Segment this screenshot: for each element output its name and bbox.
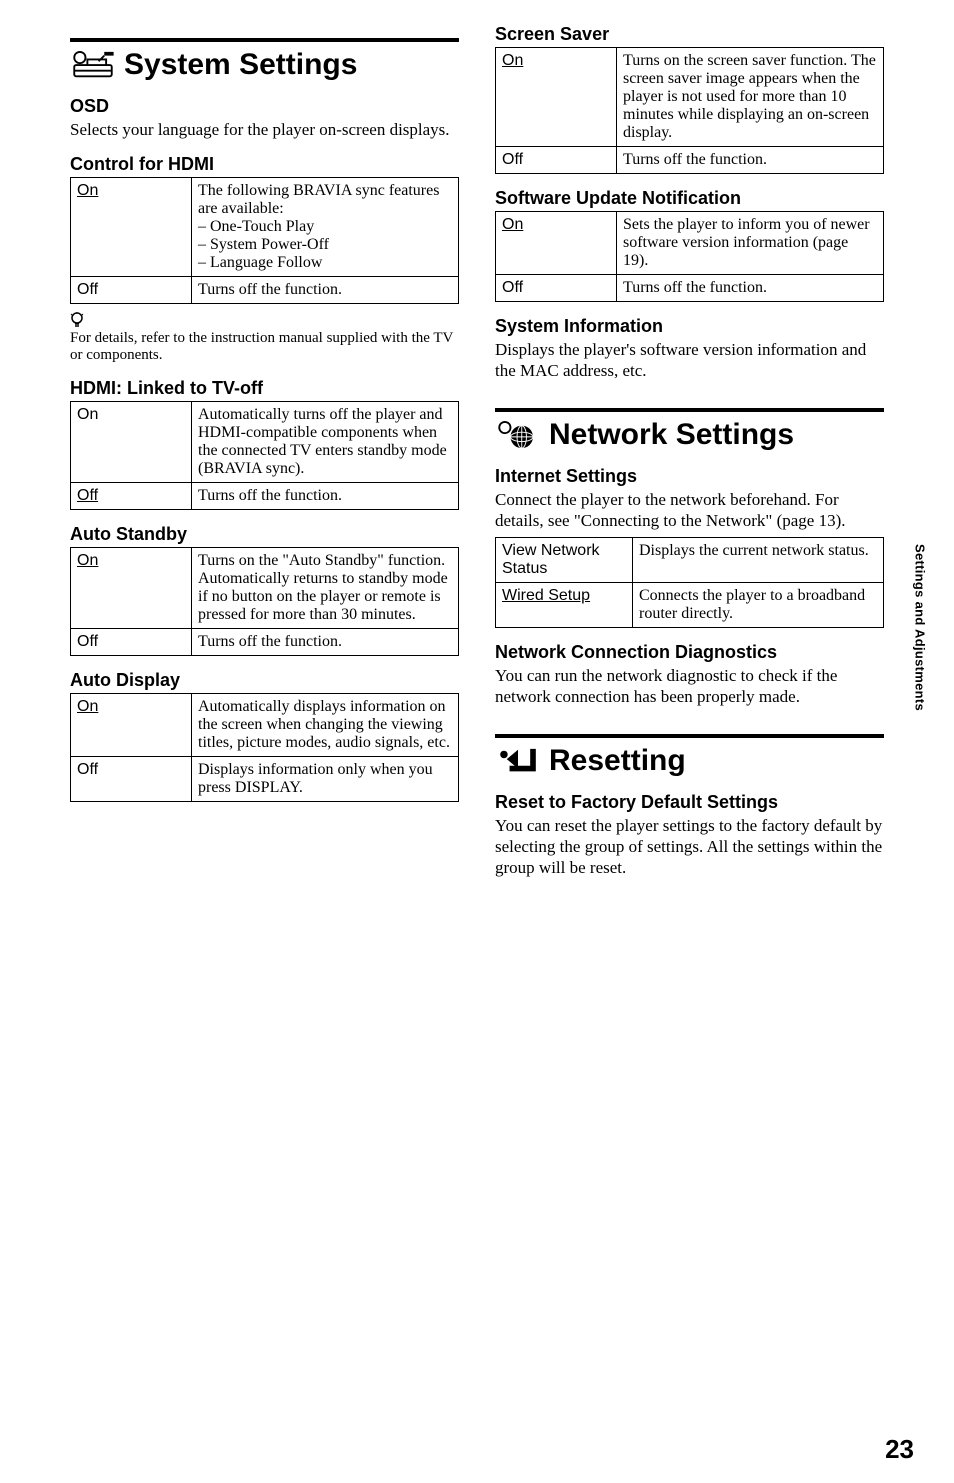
option-label: On bbox=[71, 402, 192, 483]
linked-table: On Automatically turns off the player an… bbox=[70, 401, 459, 510]
auto-standby-table: On Turns on the "Auto Standby" function.… bbox=[70, 547, 459, 656]
table-row: Wired Setup Connects the player to a bro… bbox=[496, 583, 884, 628]
software-update-table: On Sets the player to inform you of newe… bbox=[495, 211, 884, 302]
option-desc: Automatically displays information on th… bbox=[192, 694, 459, 757]
resetting-title: Resetting bbox=[549, 744, 686, 778]
system-settings-title: System Settings bbox=[124, 48, 357, 82]
reset-heading: Reset to Factory Default Settings bbox=[495, 792, 884, 813]
section-divider bbox=[495, 408, 884, 412]
toolbox-icon bbox=[70, 50, 116, 80]
table-row: View Network Status Displays the current… bbox=[496, 538, 884, 583]
lightbulb-icon bbox=[70, 312, 86, 330]
option-label: On bbox=[71, 178, 192, 277]
table-row: Off Turns off the function. bbox=[71, 277, 459, 304]
section-divider bbox=[495, 734, 884, 738]
auto-display-table: On Automatically displays information on… bbox=[70, 693, 459, 802]
option-desc: Sets the player to inform you of newer s… bbox=[617, 212, 884, 275]
control-hdmi-table: On The following BRAVIA sync features ar… bbox=[70, 177, 459, 304]
osd-heading: OSD bbox=[70, 96, 459, 117]
option-desc: Automatically turns off the player and H… bbox=[192, 402, 459, 483]
option-label: On bbox=[71, 694, 192, 757]
table-row: On Sets the player to inform you of newe… bbox=[496, 212, 884, 275]
screen-saver-heading: Screen Saver bbox=[495, 24, 884, 45]
option-desc: Turns off the function. bbox=[192, 277, 459, 304]
option-desc: Turns off the function. bbox=[192, 629, 459, 656]
linked-heading: HDMI: Linked to TV-off bbox=[70, 378, 459, 399]
internet-table: View Network Status Displays the current… bbox=[495, 537, 884, 628]
reset-body: You can reset the player settings to the… bbox=[495, 815, 884, 879]
system-info-heading: System Information bbox=[495, 316, 884, 337]
internet-body: Connect the player to the network before… bbox=[495, 489, 884, 532]
option-desc: Displays the current network status. bbox=[633, 538, 884, 583]
software-update-heading: Software Update Notification bbox=[495, 188, 884, 209]
table-row: Off Turns off the function. bbox=[71, 629, 459, 656]
screen-saver-table: On Turns on the screen saver function. T… bbox=[495, 47, 884, 174]
option-label: Off bbox=[71, 757, 192, 802]
content-columns: System Settings OSD Selects your languag… bbox=[70, 24, 884, 884]
auto-standby-heading: Auto Standby bbox=[70, 524, 459, 545]
internet-heading: Internet Settings bbox=[495, 466, 884, 487]
osd-body: Selects your language for the player on-… bbox=[70, 119, 459, 140]
table-row: On Automatically displays information on… bbox=[71, 694, 459, 757]
option-label: Off bbox=[71, 629, 192, 656]
system-settings-heading: System Settings bbox=[70, 48, 459, 82]
option-desc: Turns on the screen saver function. The … bbox=[617, 48, 884, 147]
option-label: Off bbox=[71, 483, 192, 510]
system-info-body: Displays the player's software version i… bbox=[495, 339, 884, 382]
reset-arrow-icon bbox=[495, 746, 541, 776]
table-row: On The following BRAVIA sync features ar… bbox=[71, 178, 459, 277]
table-row: On Turns on the screen saver function. T… bbox=[496, 48, 884, 147]
table-row: Off Displays information only when you p… bbox=[71, 757, 459, 802]
section-divider bbox=[70, 38, 459, 42]
resetting-heading: Resetting bbox=[495, 744, 884, 778]
table-row: Off Turns off the function. bbox=[71, 483, 459, 510]
option-label: Off bbox=[496, 275, 617, 302]
option-label: Off bbox=[71, 277, 192, 304]
diag-heading: Network Connection Diagnostics bbox=[495, 642, 884, 663]
option-label: On bbox=[496, 212, 617, 275]
diag-body: You can run the network diagnostic to ch… bbox=[495, 665, 884, 708]
option-label: View Network Status bbox=[496, 538, 633, 583]
table-row: On Turns on the "Auto Standby" function.… bbox=[71, 548, 459, 629]
auto-display-heading: Auto Display bbox=[70, 670, 459, 691]
option-desc: The following BRAVIA sync features are a… bbox=[192, 178, 459, 277]
option-desc: Connects the player to a broadband route… bbox=[633, 583, 884, 628]
tip-text: For details, refer to the instruction ma… bbox=[70, 330, 453, 363]
control-hdmi-heading: Control for HDMI bbox=[70, 154, 459, 175]
option-desc: Turns off the function. bbox=[192, 483, 459, 510]
globe-icon bbox=[495, 420, 541, 450]
right-column: Screen Saver On Turns on the screen save… bbox=[495, 24, 884, 884]
option-desc: Turns on the "Auto Standby" function. Au… bbox=[192, 548, 459, 629]
left-column: System Settings OSD Selects your languag… bbox=[70, 24, 459, 884]
table-row: On Automatically turns off the player an… bbox=[71, 402, 459, 483]
option-label: Off bbox=[496, 147, 617, 174]
option-label: On bbox=[71, 548, 192, 629]
network-settings-title: Network Settings bbox=[549, 418, 794, 452]
option-desc: Turns off the function. bbox=[617, 275, 884, 302]
side-tab: Settings and Adjustments bbox=[910, 538, 930, 718]
option-label: On bbox=[496, 48, 617, 147]
option-label: Wired Setup bbox=[496, 583, 633, 628]
tip-block: For details, refer to the instruction ma… bbox=[70, 312, 459, 364]
side-tab-label: Settings and Adjustments bbox=[913, 544, 928, 711]
table-row: Off Turns off the function. bbox=[496, 275, 884, 302]
page-number: 23 bbox=[885, 1434, 914, 1465]
option-desc: Displays information only when you press… bbox=[192, 757, 459, 802]
table-row: Off Turns off the function. bbox=[496, 147, 884, 174]
network-settings-heading: Network Settings bbox=[495, 418, 884, 452]
option-desc: Turns off the function. bbox=[617, 147, 884, 174]
